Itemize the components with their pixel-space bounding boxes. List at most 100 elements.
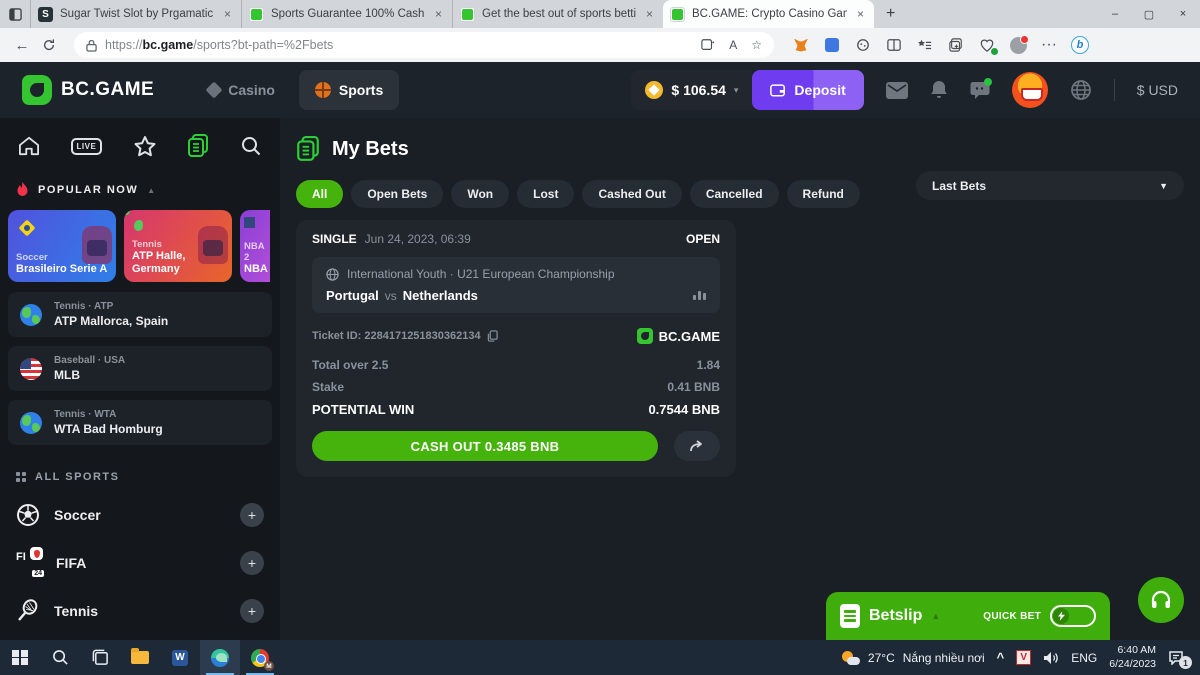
filter-won[interactable]: Won [451,180,509,208]
nav-sports[interactable]: Sports [299,70,399,110]
popular-now-header[interactable]: POPULAR NOW ▲ [0,170,280,206]
task-view-icon[interactable] [80,640,120,675]
tab-close-icon[interactable]: × [854,7,867,21]
filter-all[interactable]: All [296,180,343,208]
wallet-balance[interactable]: $ 106.54 ▾ [631,70,752,110]
bing-chat-icon[interactable]: b [1071,36,1089,54]
browser-tab-4-active[interactable]: BC.GAME: Crypto Casino Games × [663,0,874,28]
notification-center-icon[interactable]: 1 [1168,650,1190,665]
browser-tab-2[interactable]: Sports Guarantee 100% Cashbac × [241,0,452,28]
word-icon[interactable]: W [160,640,200,675]
tab-close-icon[interactable]: × [432,7,445,21]
expand-plus-button[interactable]: + [240,599,264,623]
filter-cashed-out[interactable]: Cashed Out [582,180,681,208]
file-explorer-icon[interactable] [120,640,160,675]
expand-plus-button[interactable]: + [240,503,264,527]
popular-card-brasileiro[interactable]: Soccer Brasileiro Serie A [8,210,116,282]
league-item-mlb[interactable]: Baseball · USA MLB [8,346,272,391]
tab-close-icon[interactable]: × [221,7,234,21]
start-button[interactable] [0,640,40,675]
tab-favicon: S [38,7,53,22]
search-icon[interactable] [240,135,262,157]
tab-actions-icon[interactable] [0,8,30,21]
tab-title: Sugar Twist Slot by Prgamatic Pla [60,8,214,20]
match-panel[interactable]: International Youth · U21 European Champ… [312,257,720,313]
sort-dropdown[interactable]: Last Bets ▼ [916,171,1184,200]
collections-icon[interactable] [947,36,965,54]
expand-plus-button[interactable]: + [240,551,264,575]
user-avatar[interactable] [1012,72,1048,108]
back-icon[interactable]: ← [10,37,34,54]
url-field[interactable]: https://bc.game/sports?bt-path=%2Fbets A… [74,32,774,58]
filter-refund[interactable]: Refund [787,180,860,208]
split-screen-icon[interactable] [885,36,903,54]
cash-out-button[interactable]: CASH OUT 0.3485 BNB [312,431,658,461]
favorite-star-icon[interactable]: ☆ [751,38,762,52]
cookie-extension-icon[interactable] [854,36,872,54]
volume-icon[interactable] [1043,651,1059,665]
language-globe-icon[interactable] [1070,79,1092,101]
home-icon[interactable] [18,136,40,156]
split-window-icon[interactable] [701,38,715,52]
chrome-taskbar-icon[interactable]: M [240,640,280,675]
window-close-button[interactable]: × [1166,0,1200,28]
stats-icon[interactable] [693,291,706,300]
mail-icon[interactable] [886,82,908,99]
league-name: International Youth · U21 European Champ… [347,267,615,281]
sport-item-soccer[interactable]: Soccer + [0,491,280,539]
filter-lost[interactable]: Lost [517,180,574,208]
stake-value: 0.41 BNB [667,380,720,394]
taskbar-search-icon[interactable] [40,640,80,675]
flame-icon [16,182,29,198]
home-team: Portugal [326,288,379,303]
edge-taskbar-icon[interactable] [200,640,240,675]
tab-title: BC.GAME: Crypto Casino Games [692,8,847,20]
browser-tab-3[interactable]: Get the best out of sports bettin × [452,0,663,28]
language-indicator[interactable]: ENG [1071,651,1097,665]
browser-tab-1[interactable]: S Sugar Twist Slot by Prgamatic Pla × [30,0,241,28]
popular-card-nba[interactable]: NBA 2 NBA [240,210,270,282]
window-minimize-button[interactable]: – [1098,0,1132,28]
popular-card-atp-halle[interactable]: Tennis ATP Halle, Germany [124,210,232,282]
bcgame-logo[interactable]: BC.GAME [22,75,154,105]
chat-icon[interactable] [970,81,990,100]
settings-more-icon[interactable]: ··· [1040,36,1058,54]
clock[interactable]: 6:40 AM 6/24/2023 [1109,644,1156,671]
cursor-extension-icon[interactable] [823,36,841,54]
nav-casino[interactable]: Casino [192,70,291,110]
sport-item-tennis[interactable]: Tennis + [0,587,280,635]
copy-icon[interactable] [487,330,498,342]
new-tab-button[interactable]: + [874,5,907,23]
sport-item-fifa[interactable]: FI 24 FIFA + [0,539,280,587]
window-maximize-button[interactable]: ▢ [1132,0,1166,28]
my-bets-icon[interactable] [187,134,209,158]
weather-widget[interactable]: 27°C Nắng nhiều nơi [842,651,985,665]
tab-title: Sports Guarantee 100% Cashbac [271,8,425,20]
notifications-bell-icon[interactable] [930,80,948,100]
sidebar: LIVE POPULAR NOW ▲ Soccer Brasileiro Ser… [0,118,280,640]
league-item-wta-bad-homburg[interactable]: Tennis · WTA WTA Bad Homburg [8,400,272,445]
betslip-bar[interactable]: Betslip ▲ QUICK BET [826,592,1110,640]
tab-close-icon[interactable]: × [643,7,656,21]
tab-favicon [249,7,264,22]
lock-icon[interactable] [86,39,97,52]
site-header: BC.GAME Casino Sports $ 106.54 ▾ Deposit [0,62,1200,118]
tray-expand-icon[interactable]: ^ [997,650,1005,665]
quick-bet-toggle[interactable] [1050,605,1096,627]
filter-open-bets[interactable]: Open Bets [351,180,443,208]
currency-selector[interactable]: $ USD [1137,82,1178,98]
deposit-button[interactable]: Deposit [752,70,863,110]
favorites-list-icon[interactable] [916,36,934,54]
tray-v-app-icon[interactable]: V [1016,650,1031,665]
filter-cancelled[interactable]: Cancelled [690,180,779,208]
live-icon[interactable]: LIVE [71,138,103,155]
favorites-star-icon[interactable] [133,135,157,157]
profile-avatar-icon[interactable] [1009,36,1027,54]
refresh-icon[interactable] [42,38,66,52]
read-aloud-icon[interactable]: A [729,38,737,52]
share-button[interactable] [674,431,720,461]
metamask-extension-icon[interactable] [792,36,810,54]
browser-essentials-icon[interactable] [978,36,996,54]
league-item-atp-mallorca[interactable]: Tennis · ATP ATP Mallorca, Spain [8,292,272,337]
support-button[interactable] [1138,577,1184,623]
